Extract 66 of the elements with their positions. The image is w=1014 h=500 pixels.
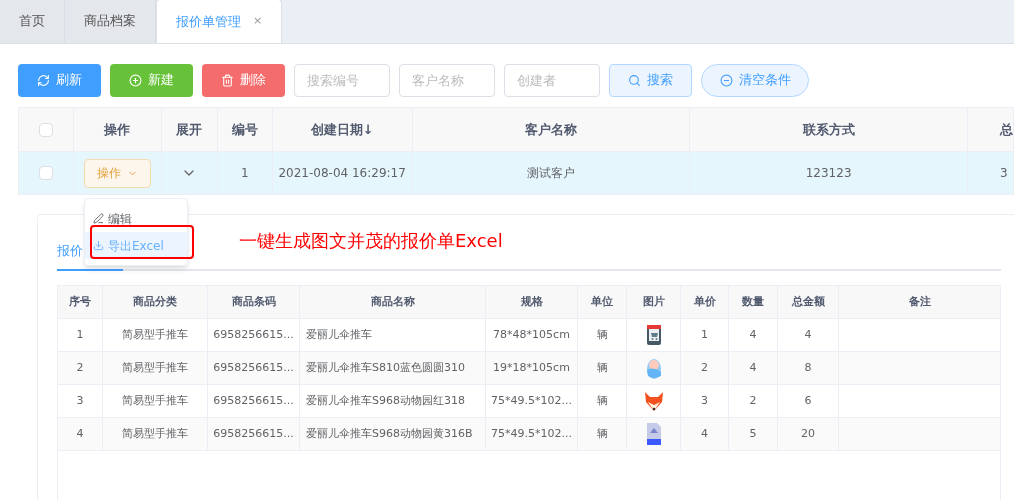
table-cell-text: 爱丽儿伞推车S968动物园红318 xyxy=(306,392,465,409)
table-cell-text: 辆 xyxy=(596,326,608,343)
search-field[interactable]: 客户名称 xyxy=(399,63,495,97)
clear-button[interactable]: 清空条件 xyxy=(701,63,809,97)
table-cell-text: 5 xyxy=(749,425,757,442)
trash-icon xyxy=(221,73,234,87)
delete-button[interactable]: 删除 xyxy=(202,63,285,97)
table-cell-text: 6958256615... xyxy=(213,359,294,376)
table-cell-text: 3 xyxy=(1000,165,1008,182)
search-icon xyxy=(628,73,641,87)
refresh-icon xyxy=(37,73,50,87)
table-cell-text: 4 xyxy=(749,326,757,343)
tab[interactable]: 商品档案 xyxy=(65,0,156,43)
action-dropdown-button[interactable]: 操作 xyxy=(83,158,151,188)
menu-item[interactable]: 编辑 xyxy=(85,205,187,232)
table-cell-text: 简易型手推车 xyxy=(122,392,188,409)
table-cell-text: 4 xyxy=(804,326,812,343)
clear-icon xyxy=(719,73,733,87)
table-cell-text: 6958256615... xyxy=(213,392,294,409)
table-cell-text: 20 xyxy=(801,425,815,442)
table-cell-text: 6958256615... xyxy=(213,425,294,442)
select-all-checkbox[interactable] xyxy=(38,122,53,137)
table-cell-text: 简易型手推车 xyxy=(122,359,188,376)
table-cell-text: 3 xyxy=(701,392,708,409)
table-cell-text: 2 xyxy=(701,359,708,376)
search-button[interactable]: 搜索 xyxy=(609,63,692,97)
tab[interactable]: 报价单管理 × xyxy=(156,0,283,43)
table-cell-text: 测试客户 xyxy=(526,165,575,182)
download-icon xyxy=(93,240,104,251)
menu-item[interactable]: 导出Excel xyxy=(85,232,187,259)
table-cell-text: 75*49.5*102... xyxy=(491,392,572,409)
table-cell-text: 6 xyxy=(804,392,812,409)
table-cell-text: 4 xyxy=(749,359,757,376)
table-cell-text: 6958256615... xyxy=(213,326,294,343)
plus-icon xyxy=(129,73,142,87)
table-cell-text: 爱丽儿伞推车S810蓝色圆圆310 xyxy=(306,359,465,376)
search-field[interactable]: 创建者 xyxy=(504,63,600,97)
pencil-icon xyxy=(93,213,104,224)
table-cell-text: 75*49.5*102... xyxy=(491,425,572,442)
refresh-button[interactable]: 刷新 xyxy=(18,63,101,97)
table-cell-text: 爱丽儿伞推车 xyxy=(306,326,372,343)
table-cell-text: 2 xyxy=(76,359,84,376)
table-cell-text: 辆 xyxy=(596,392,608,409)
table-cell-text: 1 xyxy=(701,326,708,343)
table-cell-text: 辆 xyxy=(596,425,608,442)
table-cell-text: 4 xyxy=(701,425,708,442)
annotation-text: 一键生成图文并茂的报价单Excel xyxy=(239,229,503,253)
table-cell-text: 爱丽儿伞推车S968动物园黄316B xyxy=(306,425,473,442)
close-icon[interactable]: × xyxy=(253,13,263,30)
table-cell-text: 19*18*105cm xyxy=(493,359,570,376)
table-cell-text: 78*48*105cm xyxy=(493,326,570,343)
create-button[interactable]: 新建 xyxy=(110,63,193,97)
table-cell-text: 简易型手推车 xyxy=(122,425,188,442)
table-cell-text: 123123 xyxy=(805,165,852,182)
table-cell-text: 1 xyxy=(240,165,249,182)
table-cell-text: 辆 xyxy=(596,359,608,376)
row-checkbox[interactable] xyxy=(38,166,53,180)
table-cell-text: 4 xyxy=(76,425,84,442)
table-cell-text: 2 xyxy=(749,392,757,409)
tab[interactable]: 首页 xyxy=(0,0,65,43)
table-cell-text: 简易型手推车 xyxy=(122,326,188,343)
table-cell-text: 8 xyxy=(804,359,812,376)
table-cell-text: 1 xyxy=(76,326,84,343)
search-field[interactable]: 搜索编号 xyxy=(294,63,390,97)
table-cell-text: 3 xyxy=(76,392,84,409)
table-cell-text: 2021-08-04 16:29:17 xyxy=(278,165,406,182)
